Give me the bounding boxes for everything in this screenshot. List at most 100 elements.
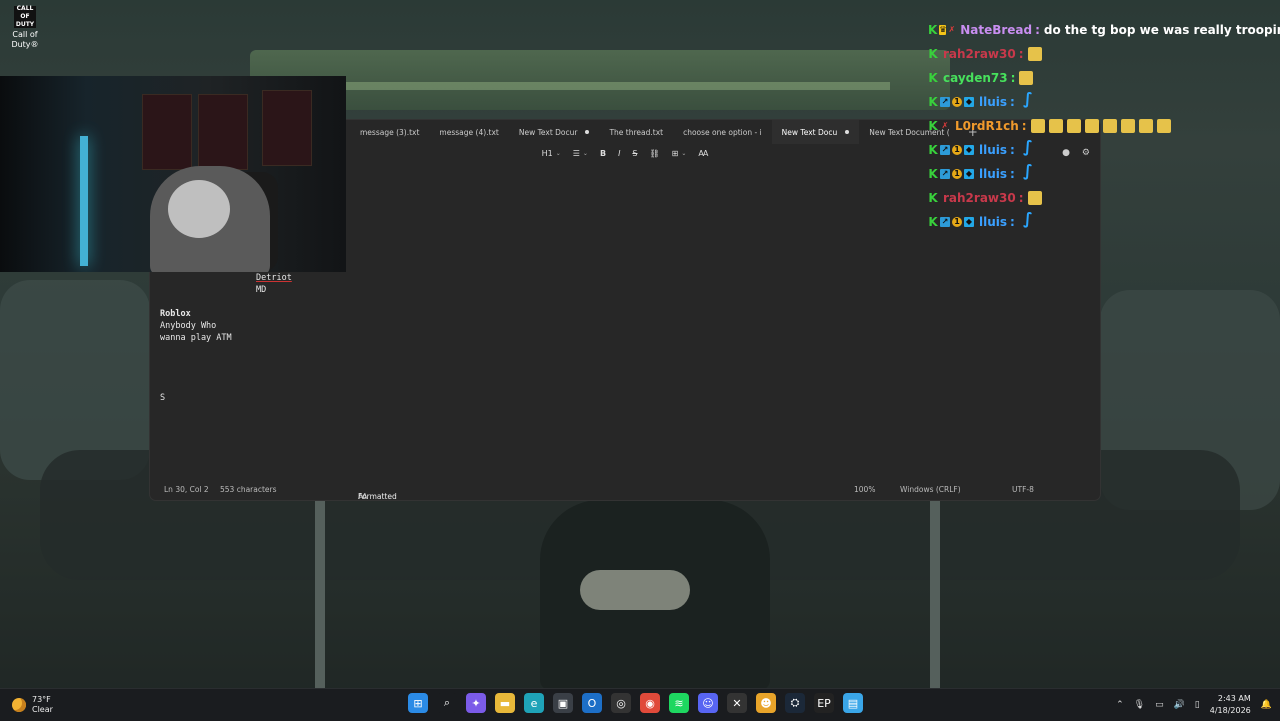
chat-username[interactable]: lluis	[979, 215, 1007, 229]
chat-username[interactable]: rah2raw30	[943, 47, 1016, 61]
chrome-icon[interactable]: ◉	[640, 693, 660, 713]
chat-username[interactable]: L0rdR1ch	[955, 119, 1019, 133]
weather-widget[interactable]: 73°F Clear	[12, 695, 53, 715]
tab-label: New Text Docur	[518, 127, 578, 137]
emote-icon	[1120, 119, 1135, 133]
copilot-icon[interactable]: ✦	[466, 693, 486, 713]
spotify-icon[interactable]: ≋	[669, 693, 689, 713]
emote-icon	[1084, 119, 1099, 133]
chat-message: K ↗ 1 ◆ lluis: ∫	[928, 138, 1280, 162]
tab-document[interactable]: message (3).txt	[350, 120, 429, 144]
search-icon[interactable]: ⌕	[437, 693, 457, 713]
chat-message: Krah2raw30:	[928, 42, 1280, 66]
led-light	[80, 136, 88, 266]
emote-icon: ∫	[1022, 89, 1033, 108]
chat-overlay: K ♛ ✗ NateBread: do the tg bop we was really…	[928, 18, 1280, 234]
tab-document[interactable]: The thread.txt	[599, 120, 673, 144]
table-icon: ⊞	[671, 148, 679, 158]
emote-icon	[1102, 119, 1117, 133]
bold-button[interactable]: B	[594, 149, 612, 158]
tab-label: message (3).txt	[360, 127, 420, 137]
chevron-down-icon: ⌄	[681, 149, 687, 157]
zoom-level[interactable]: 100%	[854, 485, 875, 494]
badge-k-icon: K	[928, 71, 938, 85]
badge-x-icon: ✗	[941, 121, 949, 130]
text-line: MD	[256, 285, 267, 295]
chevron-down-icon: ⌄	[582, 149, 588, 157]
heading-dropdown[interactable]: H1 ⌄	[536, 149, 567, 158]
tab-label: The thread.txt	[609, 127, 664, 137]
unsaved-dot-icon	[845, 130, 850, 134]
emote-icon	[1027, 47, 1042, 61]
chat-username[interactable]: rah2raw30	[943, 191, 1016, 205]
taskbar: 73°F Clear ⊞ ⌕ ✦ ▬ e ▣ O ◎ ◉ ≋ ☺ ✕ ☻ ⛭ EP ▤ ⌃ 🎙 ▭ 🔊 ▯ 2…	[0, 688, 1280, 721]
notepad-icon[interactable]: ▤	[843, 693, 863, 713]
chat-username[interactable]: lluis	[979, 143, 1007, 157]
badge-cube-icon: ◆	[964, 97, 974, 107]
streamer-head	[168, 180, 230, 238]
table-dropdown[interactable]: ⊞ ⌄	[666, 149, 693, 158]
tab-document[interactable]: New Text Docur	[509, 120, 600, 144]
emote-icon	[1030, 119, 1045, 133]
emote-icon: ∫	[1022, 137, 1033, 156]
strikethrough-button[interactable]: S	[626, 149, 643, 158]
clear-formatting-button[interactable]: Ꜳ	[692, 149, 714, 158]
status-bar: Ln 30, Col 2 553 characters Ꜳ Formatted …	[164, 485, 1034, 501]
tab-document[interactable]: choose one option - i	[673, 120, 772, 144]
chat-username[interactable]: NateBread	[960, 23, 1032, 37]
background-pole	[930, 490, 940, 690]
list-dropdown[interactable]: ☰ ⌄	[567, 149, 594, 158]
background-rack	[250, 50, 950, 110]
tab-document[interactable]: message (4).txt	[429, 120, 508, 144]
poster	[198, 94, 248, 170]
emote-icon: ∫	[1022, 209, 1033, 228]
chat-username[interactable]: cayden73	[943, 71, 1008, 85]
battery-icon[interactable]: ▯	[1195, 700, 1200, 710]
microphone-icon[interactable]: 🎙	[1134, 700, 1145, 710]
text-line: wanna play ATM	[160, 333, 232, 343]
chat-username[interactable]: lluis	[979, 167, 1007, 181]
volume-icon[interactable]: 🔊	[1174, 700, 1185, 710]
temperature: 73°F	[32, 695, 51, 704]
encoding[interactable]: UTF-8	[1012, 485, 1034, 494]
chat-separator: :	[1021, 119, 1027, 133]
clear-format-icon: Ꜳ	[698, 148, 709, 158]
character-count: 553 characters	[220, 485, 277, 494]
edge-icon[interactable]: e	[524, 693, 544, 713]
italic-button[interactable]: I	[612, 149, 626, 158]
chat-text: do the tg bop we was really troopin thru…	[1043, 23, 1280, 37]
badge-k-icon: K	[928, 23, 938, 37]
time: 2:43 AM	[1217, 694, 1251, 703]
microsoft-store-icon[interactable]: ▣	[553, 693, 573, 713]
chat-message: Krah2raw30:	[928, 186, 1280, 210]
network-icon[interactable]: ▭	[1155, 700, 1164, 710]
epic-games-icon[interactable]: EP	[814, 693, 834, 713]
badge-cube-icon: ◆	[964, 145, 974, 155]
link-icon: ⛓	[649, 148, 660, 158]
chat-message: K ♛ ✗ NateBread: do the tg bop we was really…	[928, 18, 1280, 42]
chevron-up-icon[interactable]: ⌃	[1116, 700, 1124, 710]
link-button[interactable]: ⛓	[644, 149, 666, 158]
outlook-icon[interactable]: O	[582, 693, 602, 713]
tab-document[interactable]: New Text Docu	[771, 120, 860, 144]
discord-icon[interactable]: ☺	[698, 693, 718, 713]
badge-k-icon: K	[928, 167, 938, 181]
badge-pr-icon: ↗	[940, 169, 950, 179]
editor-area[interactable]: Detriot MD Roblox Anybody Who wanna play…	[160, 272, 292, 404]
badge-one-icon: 1	[952, 145, 962, 155]
xbox-icon[interactable]: ✕	[727, 693, 747, 713]
steam-icon[interactable]: ⛭	[785, 693, 805, 713]
chat-app-icon[interactable]: ☻	[756, 693, 776, 713]
text-line: Detriot	[256, 273, 292, 283]
clock[interactable]: 2:43 AM 4/18/2026	[1210, 693, 1251, 717]
text-line: Anybody Who	[160, 321, 217, 331]
chat-username[interactable]: lluis	[979, 95, 1007, 109]
badge-k-icon: K	[928, 215, 938, 229]
notification-icon[interactable]: 🔔	[1261, 700, 1272, 710]
game-app-icon[interactable]: ◎	[611, 693, 631, 713]
line-ending[interactable]: Windows (CRLF)	[900, 485, 961, 494]
badge-pr-icon: ↗	[940, 145, 950, 155]
desktop-shortcut-call-of-duty[interactable]: CALL OF DUTY Call of Duty®	[8, 5, 42, 50]
windows-start-icon[interactable]: ⊞	[408, 693, 428, 713]
file-explorer-icon[interactable]: ▬	[495, 693, 515, 713]
